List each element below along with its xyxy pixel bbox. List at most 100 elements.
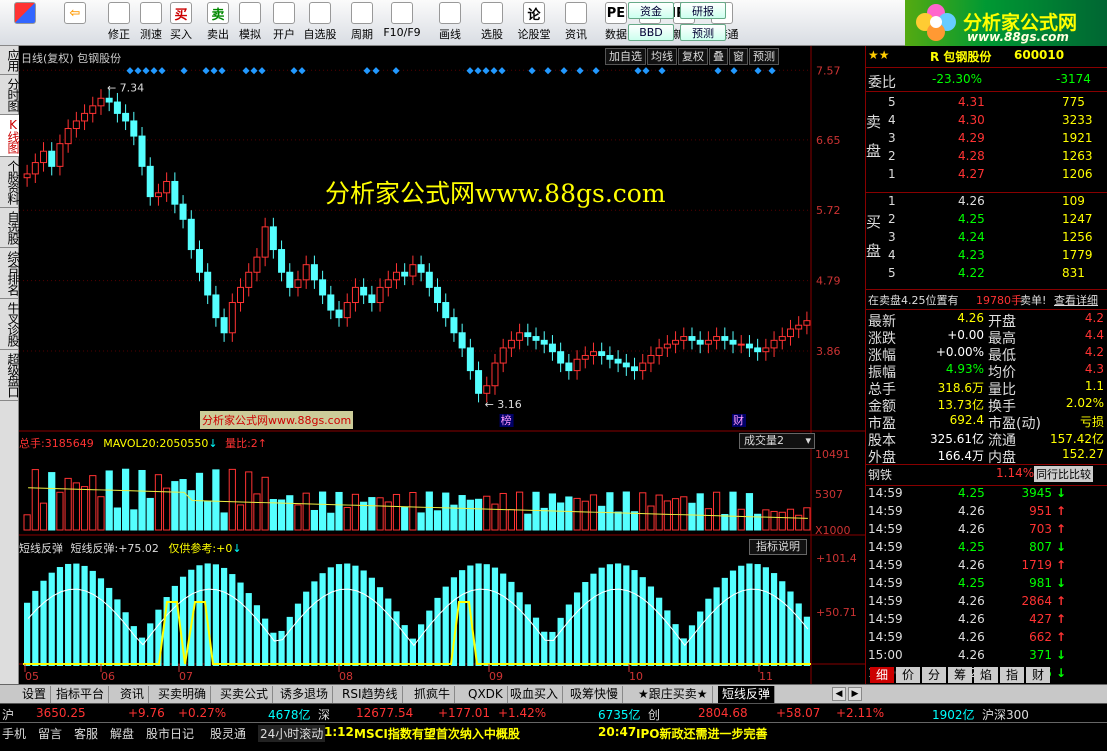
volume-bar xyxy=(409,492,417,531)
pen-button[interactable]: 画线 xyxy=(430,2,470,44)
lock-button[interactable]: 开户 xyxy=(264,2,304,44)
tick-time: 14:59 xyxy=(868,522,903,536)
screen-button[interactable]: 选股 xyxy=(472,2,512,44)
status-link[interactable]: 手机 xyxy=(2,725,26,742)
buy-button[interactable]: 买买入 xyxy=(161,2,201,44)
bottom-tab[interactable]: 诱多退场 xyxy=(276,686,334,703)
toolbar-small-button[interactable]: 研报 xyxy=(680,2,726,19)
left-tab[interactable]: 分时图 xyxy=(0,75,20,115)
bottom-tab[interactable]: 抓疯牛 xyxy=(410,686,456,703)
left-tab[interactable]: 超级盘口 xyxy=(0,350,20,401)
news1-text[interactable]: MSCI指数有望首次纳入中概股 xyxy=(354,725,520,742)
ask-price[interactable]: 4.30 xyxy=(958,113,985,127)
candlestick-plot[interactable]: 7.57 6.65 5.72 4.79 3.86 ← 7.34 ← 3.16 榜 财 10491 5… xyxy=(19,46,866,684)
sector-name[interactable]: 钢铁 xyxy=(868,466,892,483)
left-tab[interactable]: K线图 xyxy=(0,115,20,157)
signal-diamond xyxy=(180,67,188,75)
tick-price: 4.26 xyxy=(958,522,985,536)
left-tab[interactable]: 综合排名 xyxy=(0,248,20,299)
volume-bar xyxy=(630,511,639,531)
ask-price[interactable]: 4.31 xyxy=(958,95,985,109)
indicator-bar xyxy=(557,617,564,666)
star-list-button[interactable]: 自选股 xyxy=(300,2,340,44)
bid-price[interactable]: 4.23 xyxy=(958,248,985,262)
left-tab[interactable]: 牛叉诊股 xyxy=(0,299,20,350)
discuss-button[interactable]: 论论股堂 xyxy=(514,2,554,44)
bid-price[interactable]: 4.25 xyxy=(958,212,985,226)
star-icon[interactable]: ★★ xyxy=(868,48,890,62)
status-link[interactable]: 客服 xyxy=(74,725,98,742)
ask-price[interactable]: 4.27 xyxy=(958,167,985,181)
candle-body xyxy=(450,317,458,334)
left-tab[interactable]: 个股资料 xyxy=(0,157,20,208)
candle-body xyxy=(294,279,302,288)
scroll-right-icon[interactable]: ▶ xyxy=(848,687,862,701)
volume-bar xyxy=(48,472,56,531)
bid-price[interactable]: 4.24 xyxy=(958,230,985,244)
indicator-bar xyxy=(212,564,219,666)
bottom-tab[interactable]: 短线反弹 xyxy=(718,686,776,703)
clock-cycle-button[interactable]: 周期 xyxy=(342,2,382,44)
bang-mark[interactable]: 榜 xyxy=(501,413,512,427)
toolbar-small-button[interactable]: BBD xyxy=(628,24,674,41)
right-panel-tab[interactable]: 指 xyxy=(1000,667,1024,683)
news2-text[interactable]: IPO新政还需进一步完善 xyxy=(636,725,767,742)
hs300-label[interactable]: 沪深300 xyxy=(982,706,1029,723)
scroll-left-icon[interactable]: ◀ xyxy=(832,687,846,701)
cy-pct: +2.11% xyxy=(836,706,885,720)
bottom-tab[interactable]: ★跟庄买卖★ xyxy=(634,686,713,703)
volume-bar xyxy=(647,505,655,531)
indicator-help-button[interactable]: 指标说明 xyxy=(749,539,807,555)
left-tab[interactable]: 应用 xyxy=(0,46,20,75)
bottom-tab[interactable]: 资讯 xyxy=(116,686,150,703)
bid-price[interactable]: 4.22 xyxy=(958,266,985,280)
bottom-tab[interactable]: 买卖公式 xyxy=(216,686,274,703)
indicator-bar xyxy=(97,578,105,666)
queue-detail-link[interactable]: 查看详细 xyxy=(1054,292,1098,308)
signal-diamond xyxy=(658,67,666,75)
sz-value[interactable]: 12677.54 xyxy=(356,706,413,720)
volume-bar xyxy=(286,495,294,531)
cai-mark[interactable]: 财 xyxy=(733,413,744,427)
bottom-tab[interactable]: 设置 xyxy=(18,686,52,703)
kline-chart-area[interactable]: 日线(复权) 包钢股份 加自选 均线 复权叠窗预测 7.57 6.65 5.72 4.79… xyxy=(19,46,866,684)
bottom-tab[interactable]: 吸筹快慢 xyxy=(566,686,624,703)
windows-logo-button[interactable] xyxy=(5,2,45,44)
bottom-tab[interactable]: 指标平台 xyxy=(52,686,110,703)
tick-price: 4.25 xyxy=(958,540,985,554)
toolbar-small-button[interactable]: 预测 xyxy=(680,24,726,41)
candle-body xyxy=(89,105,97,114)
bid-row: 5 4.22 831 xyxy=(866,266,1107,284)
sector-compare-button[interactable]: 同行比比较 xyxy=(1034,466,1093,482)
right-panel-tab[interactable]: 分 xyxy=(922,667,946,683)
bottom-tab[interactable]: 吸血买入 xyxy=(506,686,564,703)
stat-value: +0.00 xyxy=(947,328,984,342)
volume-indicator-select[interactable]: 成交量2 ▾ xyxy=(739,433,815,449)
news-button[interactable]: 资讯 xyxy=(556,2,596,44)
status-link[interactable]: 股灵通 xyxy=(210,725,246,742)
bottom-tab[interactable]: RSI趋势线 xyxy=(338,686,403,703)
sh-value[interactable]: 3650.25 xyxy=(36,706,86,720)
status-link[interactable]: 留言 xyxy=(38,725,62,742)
bid-price[interactable]: 4.26 xyxy=(958,194,985,208)
indicator-axis-label: +101.4 xyxy=(816,552,857,565)
right-panel-tab[interactable]: 财 xyxy=(1026,667,1050,683)
right-panel-tab[interactable]: 焰 xyxy=(974,667,998,683)
status-link[interactable]: 股市日记 xyxy=(146,725,194,742)
price-axis-label: 4.79 xyxy=(816,275,841,288)
back-arrow-button[interactable]: ⇦ xyxy=(55,2,95,44)
right-panel-tab[interactable]: 细 xyxy=(870,667,894,683)
cy-value[interactable]: 2804.68 xyxy=(698,706,748,720)
ask-price[interactable]: 4.28 xyxy=(958,149,985,163)
bottom-tab[interactable]: 买卖明确 xyxy=(154,686,212,703)
toolbar-small-button[interactable]: 资金 xyxy=(628,2,674,19)
status-link[interactable]: 解盘 xyxy=(110,725,134,742)
right-panel-tab[interactable]: 价 xyxy=(896,667,920,683)
ask-price[interactable]: 4.29 xyxy=(958,131,985,145)
volume-bar xyxy=(31,469,39,531)
right-panel-tab[interactable]: 筹 xyxy=(948,667,972,683)
vol-ratio-label: 量比: xyxy=(225,437,251,450)
f10-button[interactable]: F10/F9 xyxy=(382,2,422,44)
bottom-tab[interactable]: QXDK xyxy=(464,686,508,703)
left-tab[interactable]: 自选股 xyxy=(0,208,20,248)
